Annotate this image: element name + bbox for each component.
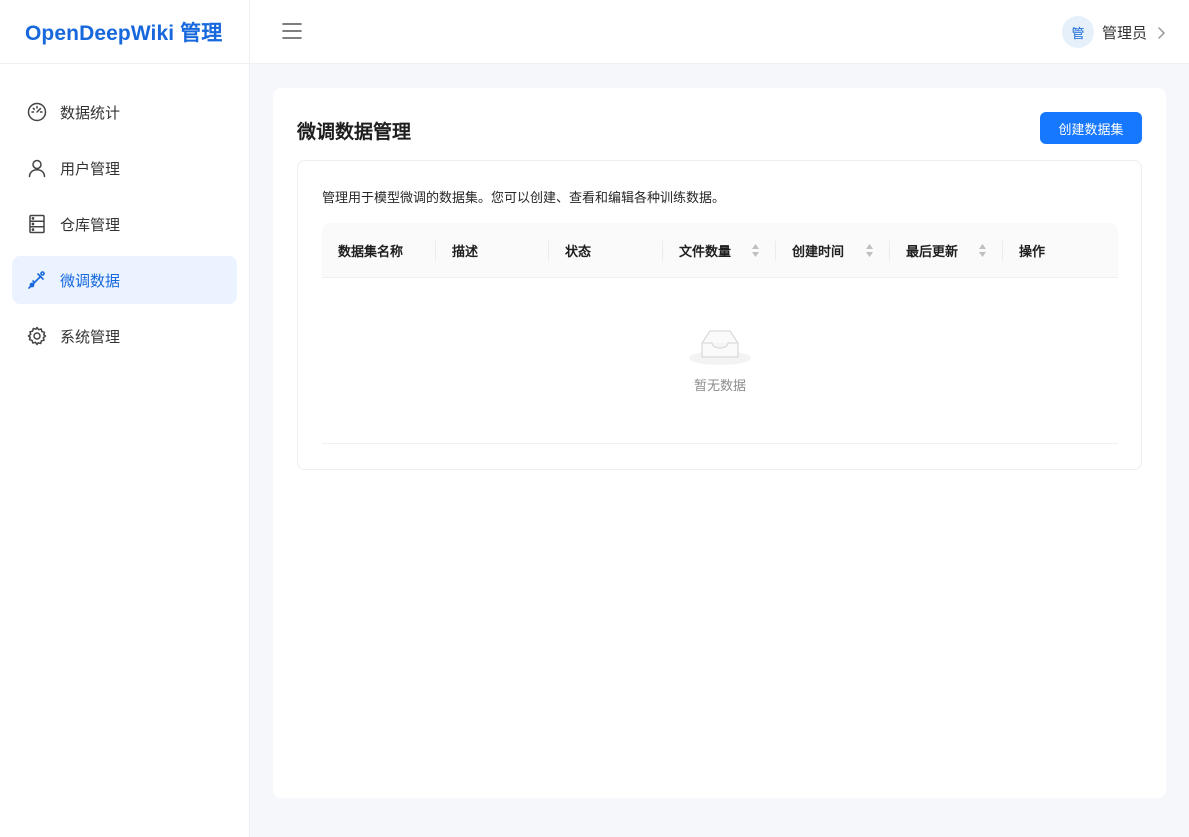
sidebar-item-label: 系统管理 [60, 327, 121, 346]
empty-text: 暂无数据 [693, 379, 746, 394]
sort-icon[interactable] [865, 243, 874, 258]
sidebar-item-label: 数据统计 [60, 103, 121, 122]
sidebar-item-system[interactable]: 系统管理 [12, 312, 237, 360]
sidebar-item-finetune-data[interactable]: 微调数据 [12, 256, 237, 304]
column-label: 数据集名称 [338, 244, 404, 260]
user-name: 管理员 [1101, 23, 1147, 42]
column-header-file-count[interactable]: 文件数量 [663, 223, 776, 278]
column-header-status: 状态 [549, 223, 663, 278]
column-label: 文件数量 [679, 244, 732, 260]
avatar: 管 [1061, 16, 1094, 48]
user-icon [26, 157, 48, 179]
sidebar-item-repositories[interactable]: 仓库管理 [12, 200, 237, 248]
app-root: OpenDeepWiki 管理 数据统计 用户管理 仓库管理 微调数据 系统管理… [0, 0, 1189, 837]
table-empty-state: 暂无数据 [322, 278, 1118, 444]
create-dataset-button[interactable]: 创建数据集 [1040, 112, 1142, 144]
experiment-icon [26, 269, 48, 291]
column-header-updated-at[interactable]: 最后更新 [890, 223, 1003, 278]
page-description: 管理用于模型微调的数据集。您可以创建、查看和编辑各种训练数据。 [322, 191, 726, 206]
user-menu[interactable]: 管 管理员 [1061, 16, 1167, 48]
empty-inbox-icon [688, 325, 752, 367]
column-header-name: 数据集名称 [322, 223, 436, 278]
dataset-panel: 管理用于模型微调的数据集。您可以创建、查看和编辑各种训练数据。 数据集名称 描述… [297, 160, 1142, 470]
chevron-right-icon [1155, 25, 1167, 39]
column-label: 操作 [1019, 244, 1046, 260]
database-icon [26, 213, 48, 235]
column-label: 状态 [565, 244, 592, 260]
column-header-description: 描述 [436, 223, 549, 278]
sidebar-item-users[interactable]: 用户管理 [12, 144, 237, 192]
dataset-table: 数据集名称 描述 状态 文件数量 创建时间 最后更新 操作 暂无数据 [322, 223, 1118, 444]
column-header-created-at[interactable]: 创建时间 [776, 223, 890, 278]
sidebar-item-statistics[interactable]: 数据统计 [12, 88, 237, 136]
sort-icon[interactable] [751, 243, 760, 258]
sidebar: OpenDeepWiki 管理 数据统计 用户管理 仓库管理 微调数据 系统管理 [0, 0, 250, 837]
gear-icon [26, 325, 48, 347]
sidebar-item-label: 用户管理 [60, 159, 121, 178]
column-label: 最后更新 [906, 244, 959, 260]
top-header: 管 管理员 [250, 0, 1189, 64]
sidebar-menu: 数据统计 用户管理 仓库管理 微调数据 系统管理 [0, 64, 249, 360]
menu-toggle-icon[interactable] [280, 20, 304, 42]
column-label: 创建时间 [792, 244, 845, 260]
page-title: 微调数据管理 [297, 121, 412, 143]
sidebar-item-label: 仓库管理 [60, 215, 121, 234]
column-label: 描述 [452, 244, 479, 260]
table-header: 数据集名称 描述 状态 文件数量 创建时间 最后更新 操作 [322, 223, 1118, 278]
brand-title[interactable]: OpenDeepWiki 管理 [0, 0, 249, 64]
content-card: 微调数据管理 创建数据集 管理用于模型微调的数据集。您可以创建、查看和编辑各种训… [273, 88, 1166, 798]
sidebar-item-label: 微调数据 [60, 271, 121, 290]
sort-icon[interactable] [978, 243, 987, 258]
dashboard-icon [26, 101, 48, 123]
column-header-actions: 操作 [1003, 223, 1118, 278]
